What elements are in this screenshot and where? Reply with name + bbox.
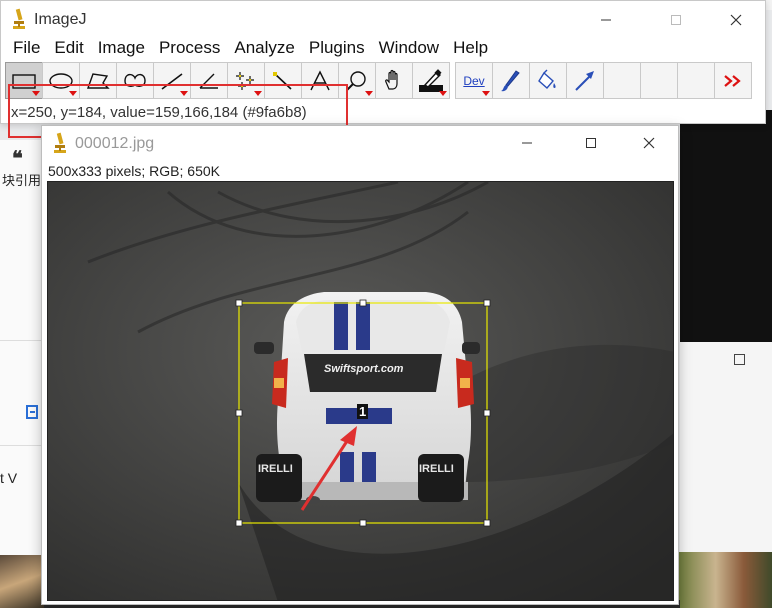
empty-tool-slot[interactable]: [677, 62, 715, 99]
image-close-button[interactable]: [626, 126, 672, 160]
menu-help[interactable]: Help: [447, 37, 496, 61]
image-title-bar[interactable]: 000012.jpg: [42, 126, 678, 160]
tire-text-left: IRELLI: [258, 463, 293, 475]
brush-icon: [501, 69, 520, 91]
photo-car: Swiftsport.com IRELLI IRELLI 1: [48, 182, 673, 600]
image-info: 500x333 pixels; RGB; 650K: [48, 163, 220, 179]
outline-icon: [26, 405, 38, 419]
dev-tool[interactable]: Dev: [455, 62, 493, 99]
background-label: 块引用: [2, 173, 42, 188]
menu-plugins[interactable]: Plugins: [303, 37, 373, 61]
arrow-tool[interactable]: [566, 62, 604, 99]
tire-text-right: IRELLI: [419, 463, 454, 475]
maximize-button[interactable]: [653, 3, 699, 37]
image-minimize-button[interactable]: [504, 126, 550, 160]
background-thumbnail: [0, 555, 44, 608]
microscope-icon: [13, 8, 25, 29]
background-divider: [0, 445, 44, 446]
menu-process[interactable]: Process: [153, 37, 228, 61]
maximize-icon: [671, 15, 681, 25]
menu-analyze[interactable]: Analyze: [228, 37, 302, 61]
background-thumbnail: [678, 552, 772, 608]
roi-label: 1: [359, 404, 366, 419]
close-icon: [643, 137, 655, 149]
brush-tool[interactable]: [492, 62, 530, 99]
close-icon: [730, 14, 742, 26]
quote-icon: ❝: [12, 146, 23, 170]
menu-image[interactable]: Image: [92, 37, 153, 61]
window-title: ImageJ: [34, 11, 87, 28]
menu-edit[interactable]: Edit: [48, 37, 91, 61]
double-chevron-right-icon: [724, 74, 741, 87]
close-button[interactable]: [713, 3, 759, 37]
menu-window[interactable]: Window: [373, 37, 447, 61]
color-picker-tool[interactable]: [412, 62, 450, 99]
image-window: 000012.jpg 500x333 pixels; RGB; 650K Swi…: [41, 125, 679, 605]
background-window: [680, 110, 772, 342]
background-window: [680, 342, 772, 557]
hand-tool[interactable]: [375, 62, 413, 99]
flood-fill-icon: [538, 69, 556, 89]
more-tools-button[interactable]: [714, 62, 752, 99]
flood-fill-tool[interactable]: [529, 62, 567, 99]
image-window-title: 000012.jpg: [75, 135, 155, 152]
minimize-icon: [522, 142, 532, 144]
dropper-icon: [419, 68, 443, 92]
arrow-icon: [575, 70, 594, 91]
car-windshield-text: Swiftsport.com: [324, 363, 404, 375]
microscope-icon: [54, 132, 66, 153]
minimize-button[interactable]: [583, 3, 629, 37]
maximize-icon: [734, 354, 745, 365]
menu-bar: File Edit Image Process Analyze Plugins …: [1, 37, 765, 61]
image-maximize-button[interactable]: [568, 126, 614, 160]
hand-icon: [385, 69, 398, 90]
dev-label: Dev: [463, 73, 485, 88]
image-canvas[interactable]: Swiftsport.com IRELLI IRELLI 1: [47, 181, 674, 601]
background-panel: [0, 140, 44, 608]
empty-tool-slot[interactable]: [603, 62, 641, 99]
empty-tool-slot[interactable]: [640, 62, 678, 99]
minimize-icon: [601, 19, 611, 21]
title-bar[interactable]: ImageJ: [1, 3, 765, 37]
menu-file[interactable]: File: [7, 37, 48, 61]
background-label: t V: [0, 470, 18, 486]
background-divider: [0, 340, 44, 341]
maximize-icon: [586, 138, 596, 148]
